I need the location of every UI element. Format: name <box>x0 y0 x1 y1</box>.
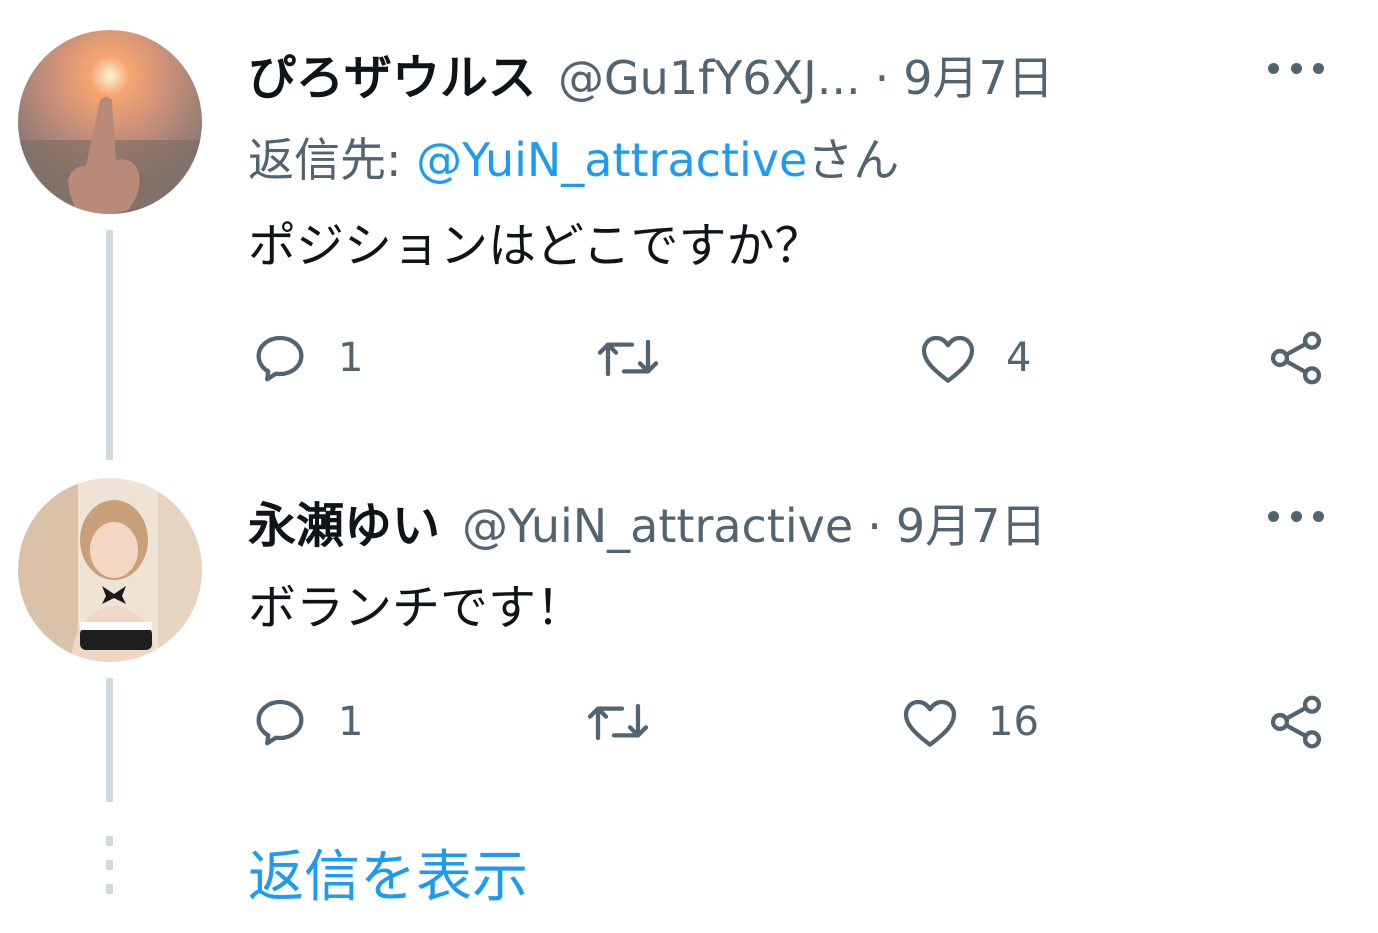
reply-to-line: 返信先: @YuiN_attractiveさん <box>248 124 899 190</box>
separator-dot: · <box>874 51 890 105</box>
avatar[interactable] <box>18 30 202 214</box>
display-name[interactable]: ぴろザウルス <box>248 38 536 108</box>
reply-icon <box>256 699 304 746</box>
reply-icon <box>256 335 304 382</box>
tweet-2[interactable]: 永瀬ゆい @YuiN_attractive · 9月7日 ボランチです！ 1 1… <box>0 460 1378 810</box>
like-count: 16 <box>988 699 1039 745</box>
share-icon <box>1270 695 1322 749</box>
retweet-button[interactable] <box>592 326 664 390</box>
avatar-image <box>18 478 202 662</box>
like-icon <box>921 335 975 383</box>
reply-count: 1 <box>338 699 364 745</box>
reply-count: 1 <box>338 335 364 381</box>
tweet-header: ぴろザウルス @Gu1fY6XJ... · 9月7日 <box>248 38 1054 108</box>
reply-button[interactable]: 1 <box>248 690 363 754</box>
separator-dot: · <box>867 499 882 553</box>
reply-to-prefix: 返信先: <box>248 133 417 187</box>
tweet-header: 永瀬ゆい @YuiN_attractive · 9月7日 <box>248 486 1046 556</box>
avatar-image <box>18 30 202 214</box>
retweet-icon <box>587 703 649 741</box>
tweet-1[interactable]: ぴろザウルス @Gu1fY6XJ... · 9月7日 返信先: @YuiN_at… <box>0 0 1378 460</box>
avatar[interactable] <box>18 478 202 662</box>
share-button[interactable] <box>1264 326 1328 390</box>
thread-dots <box>106 836 113 900</box>
share-button[interactable] <box>1264 690 1328 754</box>
like-count: 4 <box>1006 335 1032 381</box>
like-button[interactable]: 4 <box>916 326 1031 390</box>
more-icon[interactable] <box>1268 58 1324 78</box>
like-button[interactable]: 16 <box>898 690 1039 754</box>
show-replies-link[interactable]: 返信を表示 <box>248 832 528 913</box>
user-handle[interactable]: @YuiN_attractive <box>462 499 853 553</box>
tweet-text: ポジションはどこですか？ <box>248 218 823 274</box>
retweet-icon <box>597 339 659 377</box>
retweet-button[interactable] <box>582 690 654 754</box>
tweet-text: ボランチです！ <box>248 580 585 636</box>
tweet-date[interactable]: 9月7日 <box>903 42 1054 108</box>
more-icon[interactable] <box>1268 506 1324 526</box>
user-handle[interactable]: @Gu1fY6XJ... <box>558 51 861 105</box>
reply-button[interactable]: 1 <box>248 326 363 390</box>
reply-to-mention[interactable]: @YuiN_attractive <box>416 133 807 187</box>
reply-to-suffix: さん <box>807 133 900 187</box>
tweet-date[interactable]: 9月7日 <box>896 490 1047 556</box>
thread-line <box>106 678 113 802</box>
like-icon <box>903 699 957 747</box>
display-name[interactable]: 永瀬ゆい <box>248 486 440 556</box>
share-icon <box>1270 331 1322 385</box>
thread-line <box>106 230 113 460</box>
